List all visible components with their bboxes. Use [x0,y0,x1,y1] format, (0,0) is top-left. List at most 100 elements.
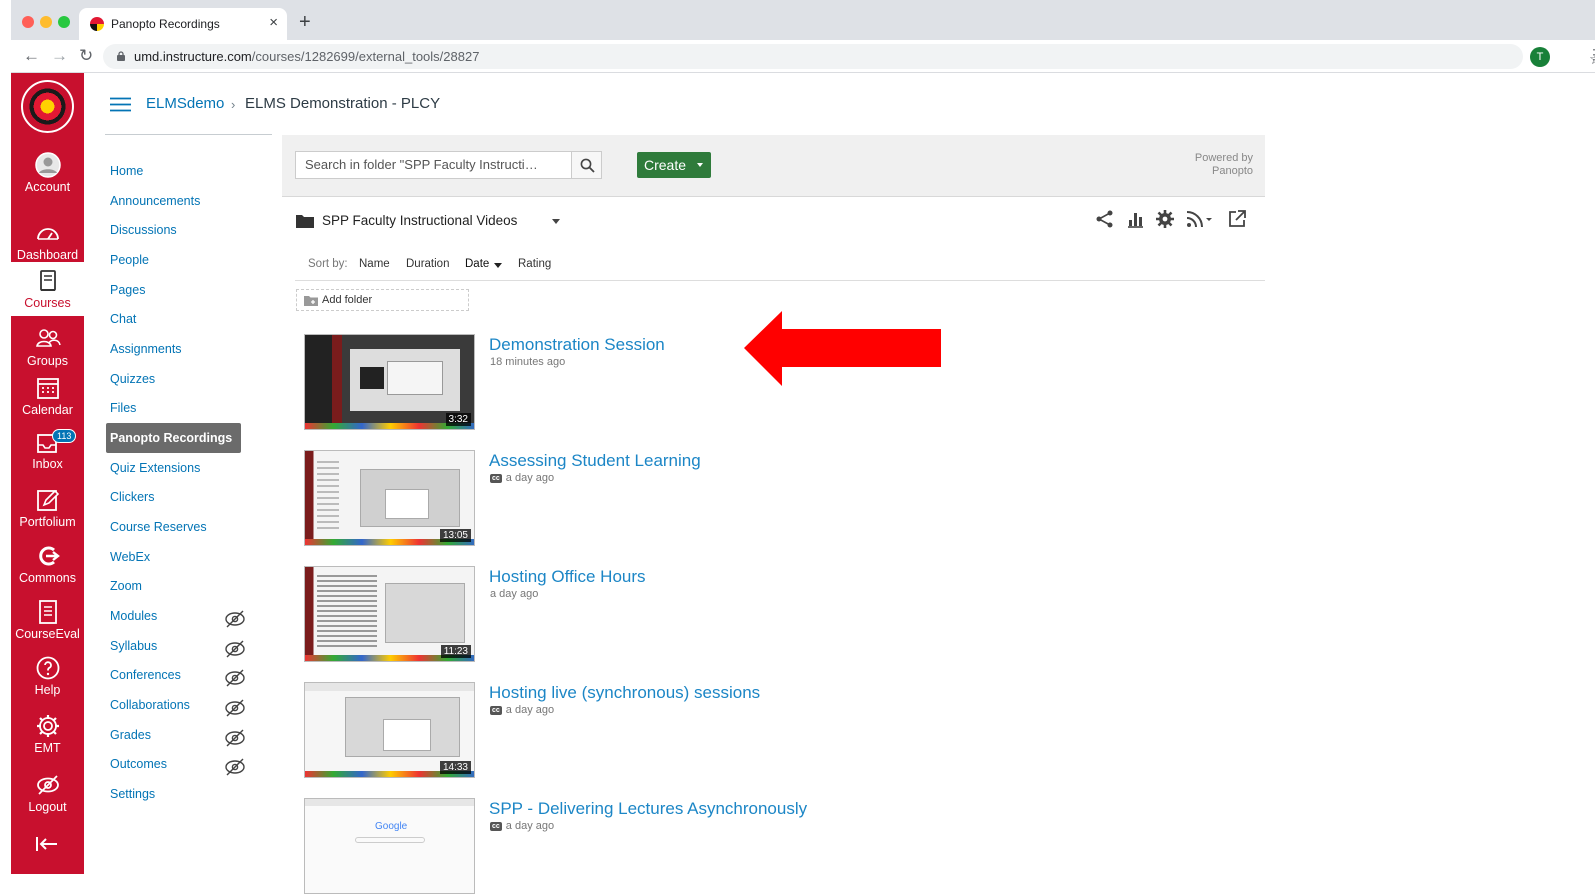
global-nav-inbox[interactable]: 113 Inbox [11,429,84,485]
session-thumbnail[interactable]: 11:23 [304,566,475,662]
add-folder-icon [304,296,318,306]
global-nav-calendar[interactable]: Calendar [11,375,84,431]
session-title[interactable]: Hosting Office Hours [489,567,646,587]
settings-icon[interactable] [1155,209,1175,229]
global-nav-logout[interactable]: Logout [11,772,84,828]
help-icon [36,656,59,680]
course-nav-outcomes[interactable]: Outcomes [106,749,242,779]
global-nav-account[interactable]: Account [11,152,84,208]
maximize-window-button[interactable] [58,16,70,28]
session-title[interactable]: Assessing Student Learning [489,451,701,471]
eye-off-icon [225,729,245,747]
global-nav-courseeval[interactable]: CourseEval [11,599,84,655]
session-item[interactable]: Google SPP - Delivering Lectures Asynchr… [304,798,904,894]
sort-desc-icon [494,263,502,268]
browser-menu-icon[interactable]: ⋮ [1587,46,1595,63]
course-nav-assignments[interactable]: Assignments [106,334,242,364]
collapse-icon[interactable] [35,835,59,853]
global-nav-label: Inbox [32,457,63,471]
course-nav-files[interactable]: Files [106,393,242,423]
session-meta: cc a day ago [490,820,554,832]
rss-icon[interactable] [1185,209,1215,229]
session-title[interactable]: Hosting live (synchronous) sessions [489,683,760,703]
back-button[interactable]: ← [23,46,40,66]
course-nav-settings[interactable]: Settings [106,779,242,809]
breadcrumb-course-link[interactable]: ELMSdemo [146,95,224,112]
new-tab-button[interactable]: + [299,12,311,32]
global-nav-commons[interactable]: Commons [11,543,84,599]
global-nav-emt[interactable]: EMT [11,713,84,769]
global-nav-groups[interactable]: Groups [11,326,84,382]
eye-off-icon [225,699,245,717]
sort-divider [295,280,1265,281]
global-nav-courses[interactable]: Courses [11,262,84,316]
session-thumbnail[interactable]: 3:32 [304,334,475,430]
course-nav-people[interactable]: People [106,245,242,275]
session-item[interactable]: 11:23 Hosting Office Hours a day ago [304,566,904,662]
session-thumbnail[interactable]: 13:05 [304,450,475,546]
close-window-button[interactable] [22,16,34,28]
global-nav-portfolium[interactable]: Portfolium [11,487,84,543]
session-thumbnail[interactable]: 14:33 [304,682,475,778]
courses-icon [39,270,56,291]
create-button[interactable]: Create [637,152,711,178]
sort-label: Sort by: [308,258,348,270]
session-meta: cc a day ago [490,472,554,484]
stats-icon[interactable] [1125,209,1145,229]
course-nav-quiz-extensions[interactable]: Quiz Extensions [106,453,242,483]
search-button[interactable] [571,151,602,179]
global-nav-label: Commons [19,571,76,585]
folder-search-input[interactable]: Search in folder "SPP Faculty Instructi… [295,151,572,179]
minimize-window-button[interactable] [40,16,52,28]
calendar-icon [36,378,59,399]
profile-avatar[interactable]: T [1530,47,1550,67]
sort-by-date[interactable]: Date [465,258,489,270]
course-nav-modules[interactable]: Modules [106,601,242,631]
course-nav-zoom[interactable]: Zoom [106,571,242,601]
global-nav-help[interactable]: Help [11,655,84,711]
session-title[interactable]: Demonstration Session [489,335,665,355]
share-icon[interactable] [1095,209,1115,229]
forward-button[interactable]: → [51,46,68,66]
sort-by-rating[interactable]: Rating [518,258,551,270]
course-nav-home[interactable]: Home [106,156,242,186]
add-folder-button[interactable]: Add folder [296,289,469,311]
sort-by-name[interactable]: Name [359,258,390,270]
course-nav-pages[interactable]: Pages [106,275,242,305]
reload-button[interactable]: ↻ [79,46,93,66]
session-thumbnail[interactable]: Google [304,798,475,894]
address-bar[interactable]: umd.instructure.com/courses/1282699/exte… [103,44,1595,69]
course-nav-panopto-recordings[interactable]: Panopto Recordings [106,423,241,453]
browser-tab[interactable]: Panopto Recordings × [79,8,287,40]
session-item[interactable]: 14:33 Hosting live (synchronous) session… [304,682,904,778]
course-nav-announcements[interactable]: Announcements [106,186,242,216]
umd-logo[interactable] [21,80,74,133]
account-icon [34,152,61,178]
course-menu-toggle-icon[interactable] [110,97,131,112]
tab-close-icon[interactable]: × [269,14,278,31]
global-nav-label: Help [34,683,61,697]
course-nav-syllabus[interactable]: Syllabus [106,631,242,661]
browser-window: Panopto Recordings × + ← → ↻ umd.instruc… [11,0,1595,894]
folder-dropdown-icon[interactable] [552,219,560,224]
global-nav: Account Dashboard Courses Groups Calenda… [11,73,84,874]
dashboard-icon [36,228,59,240]
course-nav-webex[interactable]: WebEx [106,542,242,572]
course-nav-course-reserves[interactable]: Course Reserves [106,512,242,542]
course-nav-grades[interactable]: Grades [106,720,242,750]
gear-icon [36,715,59,737]
open-external-icon[interactable] [1227,209,1247,229]
course-nav-chat[interactable]: Chat [106,304,242,334]
session-title[interactable]: SPP - Delivering Lectures Asynchronously [489,799,807,819]
sort-by-duration[interactable]: Duration [406,258,449,270]
course-nav-conferences[interactable]: Conferences [106,660,242,690]
course-nav-collaborations[interactable]: Collaborations [106,690,242,720]
session-meta: 18 minutes ago [490,356,565,368]
course-nav-quizzes[interactable]: Quizzes [106,364,242,394]
session-date: a day ago [505,704,555,716]
session-item[interactable]: 13:05 Assessing Student Learning cc a day… [304,450,904,546]
course-nav-clickers[interactable]: Clickers [106,482,242,512]
course-nav-discussions[interactable]: Discussions [106,215,242,245]
eye-off-icon [225,640,245,658]
session-duration: 11:23 [440,645,471,658]
